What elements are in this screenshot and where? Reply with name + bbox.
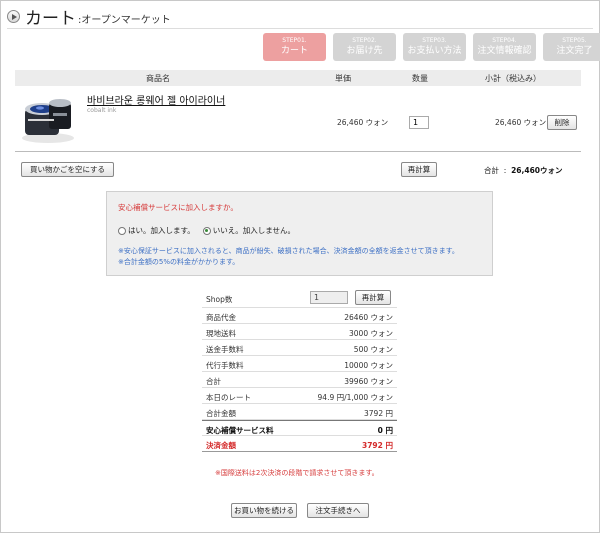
step-label: お届け先 [346,46,383,56]
step-label: カート [280,46,308,56]
summary-row: 代行手数料 10000 ウォン [202,356,397,372]
unit-price: 26,460 ウォン [337,118,389,127]
shop-count-label: Shop数 [206,295,233,304]
summary-label: 現地送料 [206,329,236,338]
clear-cart-button[interactable]: 買い物かごを空にする [21,162,114,177]
summary-row: 合計金額 3792 円 [202,404,397,420]
item-subtotal: 26,460 ウォン [495,118,547,127]
step-number: STEP01. [282,37,307,44]
summary-label: 代行手数料 [206,361,244,370]
step-label: 注文情報確認 [477,46,532,56]
shop-count-row: Shop数 再計算 [202,286,397,308]
page-title: カート [25,8,76,29]
step-label: お支払い方法 [407,46,462,56]
insurance-box: 安心補償サービスに加入しますか。 はい。加入します。 いいえ。加入しません。 ※… [106,191,493,276]
cart-table-header: 商品名 単価 数量 小計（税込み） [15,70,581,86]
arrow-right-icon [7,9,20,23]
summary-value: 3000 ウォン [349,329,393,338]
insurance-note-2: ※合計金額の5%の料金がかかります。 [118,258,240,266]
payment-summary: Shop数 再計算 商品代金 26460 ウォン 現地送料 3000 ウォン 送… [202,286,397,452]
step-number: STEP05. [562,37,587,44]
step-number: STEP02. [352,37,377,44]
insurance-note-1: ※安心保証サービスに加入されると、商品が紛失、破損された場合、決済金額の全額を返… [118,247,459,255]
radio-no[interactable] [202,226,211,235]
summary-value: 10000 ウォン [344,361,393,370]
product-brand: cobalt ink [87,107,117,114]
step-delivery: STEP02. お届け先 [333,33,396,61]
cart-item-row: 바비브라운 롱웨어 젤 아이라이너 cobalt ink 26,460 ウォン … [15,86,581,152]
summary-label: 合計金額 [206,409,236,418]
page-header: カート :オープンマーケット [7,5,171,29]
summary-value: 26460 ウォン [344,313,393,322]
shop-count-input[interactable] [310,291,348,304]
radio-yes[interactable] [118,226,126,235]
step-order-complete: STEP05. 注文完了 [543,33,600,61]
summary-value: 3792 円 [364,409,393,418]
product-name-link[interactable]: 바비브라운 롱웨어 젤 아이라이너 [87,92,225,107]
summary-label: 送金手数料 [206,345,244,354]
summary-row: 送金手数料 500 ウォン [202,340,397,356]
payment-amount-value: 3792 円 [362,441,393,450]
checkout-steps: STEP01. カート STEP02. お届け先 STEP03. お支払い方法 … [263,33,600,61]
summary-row: 本日のレート 94.9 円/1,000 ウォン [202,388,397,404]
delete-button[interactable]: 削除 [547,115,577,130]
quantity-input[interactable] [409,116,429,129]
international-shipping-note: ※国際送料は2次決済の段階で請求させて頂きます。 [215,469,379,477]
cart-page: カート :オープンマーケット STEP01. カート STEP02. お届け先 … [0,0,600,533]
insurance-no-option[interactable]: いいえ。加入しません。 [202,225,296,236]
summary-value: 94.9 円/1,000 ウォン [317,393,393,402]
insurance-options: はい。加入します。 いいえ。加入しません。 [118,225,303,236]
summary-label: 合計 [206,377,221,386]
insurance-fee-label: 安心補償サービス料 [206,426,274,435]
insurance-yes-label: はい。加入します。 [128,226,195,235]
insurance-question: 安心補償サービスに加入しますか。 [118,203,238,212]
continue-shopping-button[interactable]: お買い物を続ける [231,503,297,518]
step-payment-method: STEP03. お支払い方法 [403,33,466,61]
header-divider [7,28,593,29]
insurance-no-label: いいえ。加入しません。 [212,226,296,235]
summary-label: 商品代金 [206,313,236,322]
summary-value: 39960 ウォン [344,377,393,386]
payment-amount-label: 決済金額 [206,441,236,450]
recalculate-button[interactable]: 再計算 [401,162,437,177]
summary-label: 本日のレート [206,393,251,402]
step-cart: STEP01. カート [263,33,326,61]
insurance-fee-row: 安心補償サービス料 0 円 [202,420,397,436]
cart-total-label: 合計 [484,166,499,175]
step-label: 注文完了 [556,46,593,56]
insurance-yes-option[interactable]: はい。加入します。 [118,225,195,236]
step-order-confirm: STEP04. 注文情報確認 [473,33,536,61]
payment-amount-row: 決済金額 3792 円 [202,436,397,452]
column-product: 商品名 [146,74,170,83]
column-quantity: 数量 [412,74,428,83]
summary-recalculate-button[interactable]: 再計算 [355,290,391,305]
column-subtotal: 小計（税込み） [485,74,541,83]
page-subtitle: :オープンマーケット [78,14,171,26]
step-number: STEP04. [492,37,517,44]
column-unit-price: 単価 [335,74,351,83]
summary-row: 合計 39960 ウォン [202,372,397,388]
checkout-button[interactable]: 注文手続きへ [307,503,369,518]
product-image[interactable] [19,95,77,145]
insurance-fee-value: 0 円 [377,426,393,435]
summary-row: 現地送料 3000 ウォン [202,324,397,340]
step-number: STEP03. [422,37,447,44]
summary-row: 商品代金 26460 ウォン [202,308,397,324]
summary-value: 500 ウォン [353,345,393,354]
cart-total: 合計 : 26,460ウォン [484,166,563,175]
cart-total-value: 26,460ウォン [511,166,563,175]
